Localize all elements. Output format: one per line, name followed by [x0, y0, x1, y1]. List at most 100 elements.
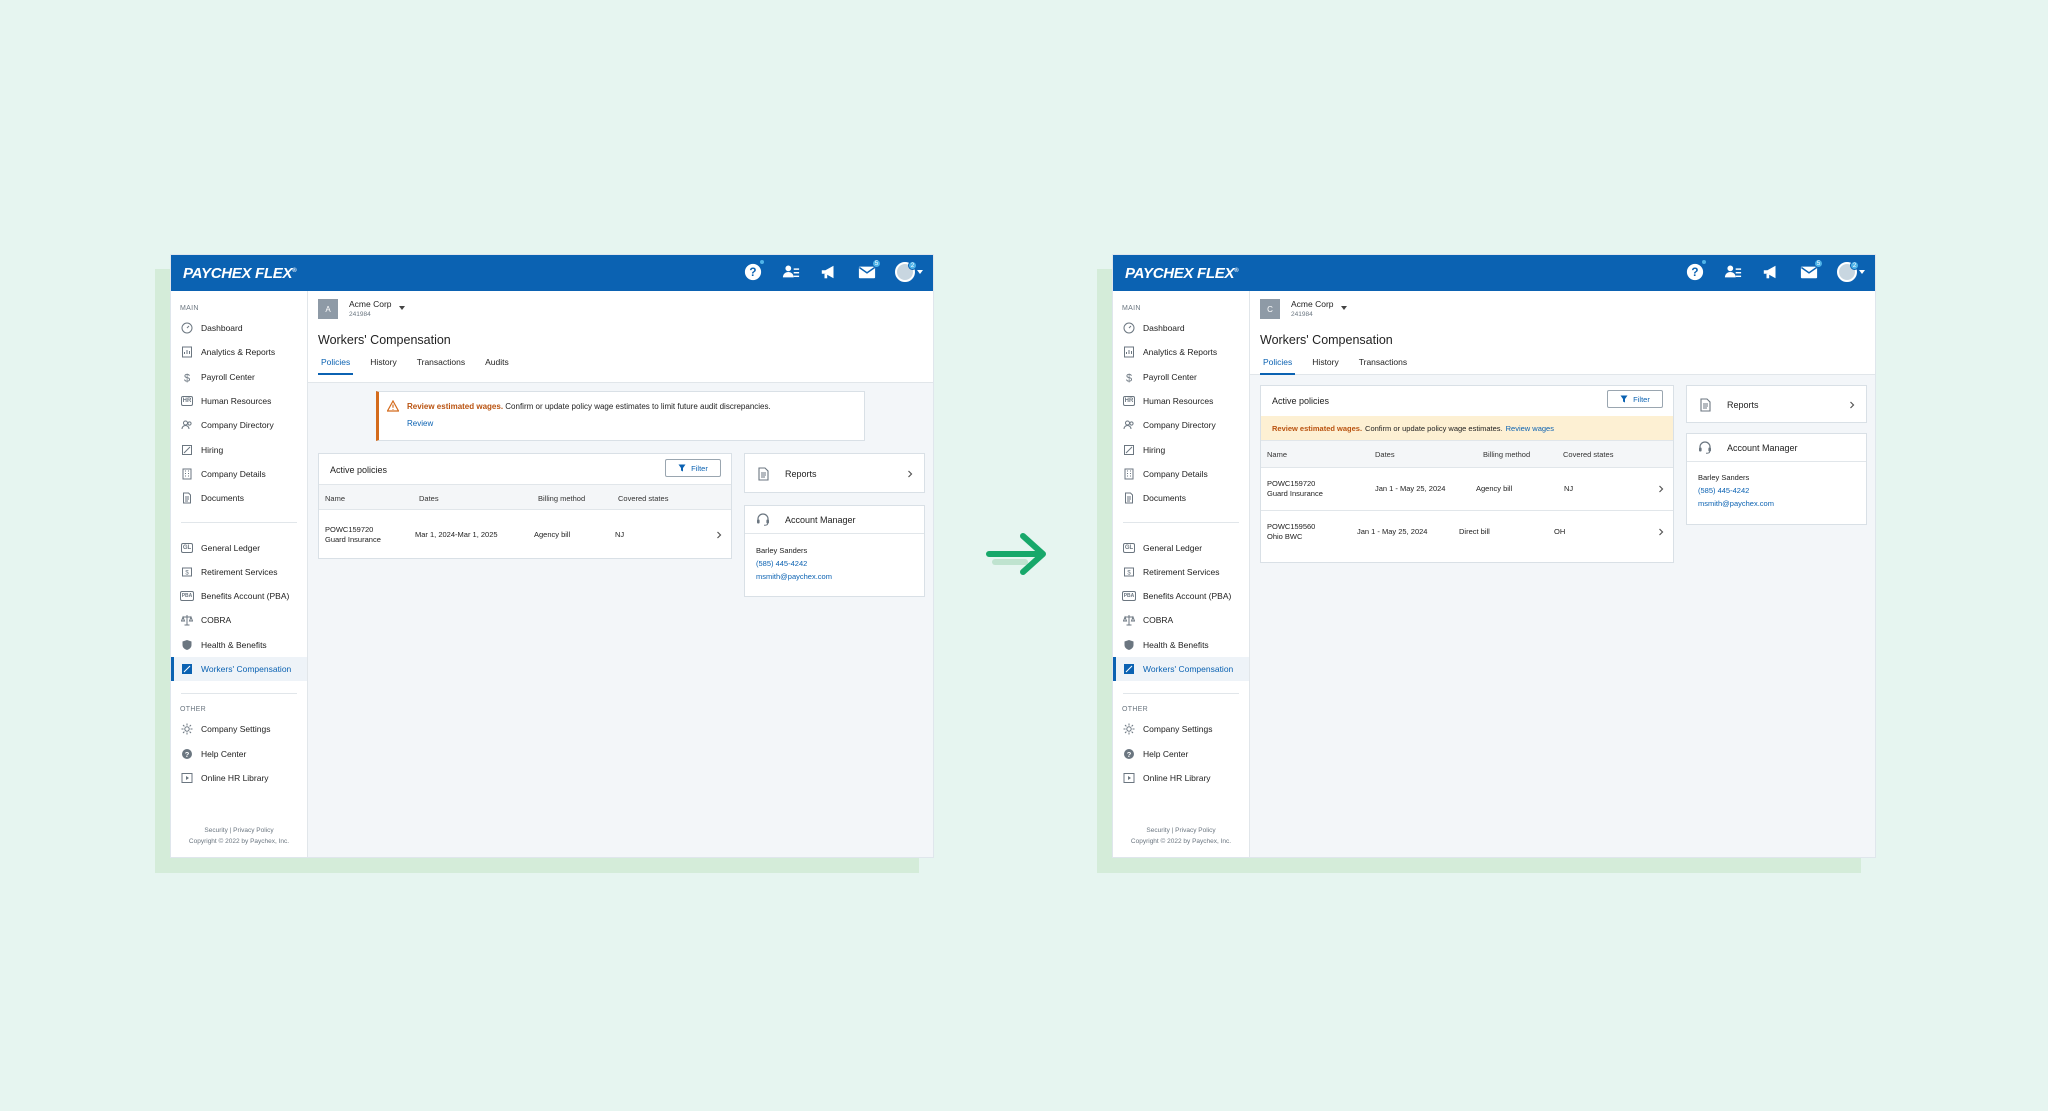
sidebar-item-cobra[interactable]: COBRA [1113, 608, 1249, 632]
active-policies-card: Active policies Filter Name Dates Billin… [318, 453, 732, 559]
sidebar-item-general-ledger[interactable]: GL General Ledger [1113, 535, 1249, 559]
wage-alert-banner: Review estimated wages. Confirm or updat… [1261, 416, 1673, 440]
paychex-flex-logo[interactable]: PAYCHEX FLEX® [183, 265, 297, 282]
section-label-other: OTHER [180, 706, 206, 714]
mail-icon[interactable]: 5 [857, 259, 881, 282]
sidebar-item-help-center[interactable]: Help Center [1113, 741, 1249, 765]
sidebar-item-retirement[interactable]: Retirement Services [1113, 560, 1249, 584]
footer-links[interactable]: Security | Privacy Policy [171, 825, 307, 836]
manager-phone[interactable]: (585) 445-4242 [756, 557, 832, 570]
user-menu[interactable]: 2 [895, 261, 923, 282]
section-label-main: MAIN [1122, 305, 1141, 312]
manager-email[interactable]: msmith@paychex.com [1698, 497, 1774, 510]
pba-icon: PBA [1121, 591, 1137, 602]
sidebar-item-payroll[interactable]: Payroll Center [171, 365, 307, 389]
sidebar-item-documents[interactable]: Documents [1113, 486, 1249, 510]
wage-alert: Review estimated wages. Confirm or updat… [376, 391, 865, 441]
building-icon [180, 468, 194, 480]
sidebar-item-help-center[interactable]: Help Center [171, 741, 307, 765]
chevron-right-icon [1657, 485, 1665, 493]
policy-id: POWC159720 [325, 525, 374, 534]
sidebar-item-hiring[interactable]: Hiring [171, 437, 307, 461]
policy-state: OH [1554, 527, 1566, 536]
help-icon[interactable] [743, 259, 765, 282]
user-menu[interactable]: 2 [1837, 261, 1865, 282]
sidebar-item-company-details[interactable]: Company Details [171, 462, 307, 486]
sidebar-item-company-settings[interactable]: Company Settings [1113, 717, 1249, 741]
mail-badge: 5 [1814, 259, 1823, 268]
table-header: Name Dates Billing method Covered states [319, 484, 731, 510]
sidebar-item-company-details[interactable]: Company Details [1113, 462, 1249, 486]
sidebar-item-hr[interactable]: HR Human Resources [1113, 389, 1249, 413]
company-name[interactable]: Acme Corp [349, 299, 392, 309]
policy-id: POWC159720 [1267, 479, 1316, 488]
avatar: 2 [895, 261, 917, 282]
table-row[interactable]: POWC159720 Guard Insurance Mar 1, 2024-M… [319, 510, 731, 560]
megaphone-icon[interactable] [1761, 262, 1781, 282]
tab-history[interactable]: History [367, 357, 399, 375]
sidebar-item-general-ledger[interactable]: GL General Ledger [171, 535, 307, 559]
tab-history[interactable]: History [1309, 357, 1341, 375]
tab-transactions[interactable]: Transactions [1356, 357, 1410, 375]
tab-audits[interactable]: Audits [482, 357, 512, 375]
chart-icon [1122, 346, 1136, 358]
tab-policies[interactable]: Policies [318, 357, 354, 375]
dollar-icon [180, 371, 194, 383]
column-header: Covered states [1563, 450, 1614, 459]
sidebar-item-health[interactable]: Health & Benefits [171, 633, 307, 657]
sidebar: MAIN Dashboard Analytics & Reports Payro… [1113, 291, 1250, 857]
document-icon [1122, 492, 1136, 504]
manager-email[interactable]: msmith@paychex.com [756, 570, 832, 583]
sidebar-item-workers-comp[interactable]: Workers' Compensation [1113, 656, 1249, 682]
table-row[interactable]: POWC159720 Guard Insurance Jan 1 - May 2… [1261, 468, 1673, 511]
company-name[interactable]: Acme Corp [1291, 299, 1334, 309]
sidebar-item-retirement[interactable]: Retirement Services [171, 560, 307, 584]
help-icon[interactable] [1685, 259, 1707, 282]
review-link[interactable]: Review [407, 419, 433, 428]
sidebar-item-health[interactable]: Health & Benefits [1113, 633, 1249, 657]
sidebar-item-company-settings[interactable]: Company Settings [171, 717, 307, 741]
sidebar-item-workers-comp[interactable]: Workers' Compensation [171, 656, 307, 682]
sidebar-item-hr[interactable]: HR Human Resources [171, 389, 307, 413]
pba-icon: PBA [179, 591, 195, 602]
sidebar-item-benefits-account[interactable]: PBA Benefits Account (PBA) [1113, 584, 1249, 608]
sidebar-item-payroll[interactable]: Payroll Center [1113, 365, 1249, 389]
sidebar-item-benefits-account[interactable]: PBA Benefits Account (PBA) [171, 584, 307, 608]
copyright: Copyright © 2022 by Paychex, Inc. [188, 838, 290, 845]
account-manager-details: Barley Sanders (585) 445-4242 msmith@pay… [756, 544, 832, 583]
footer-links[interactable]: Security | Privacy Policy [1113, 825, 1249, 836]
table-row[interactable]: POWC159560 Ohio BWC Jan 1 - May 25, 2024… [1261, 511, 1673, 554]
filter-button[interactable]: Filter [665, 459, 721, 477]
sidebar: MAIN Dashboard Analytics & Reports Payro… [171, 291, 308, 857]
company-avatar: C [1260, 299, 1280, 319]
sidebar-item-documents[interactable]: Documents [171, 486, 307, 510]
mail-icon[interactable]: 5 [1799, 259, 1823, 282]
sidebar-item-hiring[interactable]: Hiring [1113, 437, 1249, 461]
before-screenshot: PAYCHEX FLEX® 5 2 MAIN Dashboard Analyti… [155, 254, 934, 873]
sidebar-item-hr-library[interactable]: Online HR Library [171, 766, 307, 790]
filter-button[interactable]: Filter [1607, 390, 1663, 408]
column-header: Billing method [538, 494, 586, 503]
sidebar-item-directory[interactable]: Company Directory [171, 413, 307, 437]
reports-card[interactable]: Reports [1686, 385, 1867, 423]
paychex-flex-logo[interactable]: PAYCHEX FLEX® [1125, 265, 1239, 282]
sidebar-item-dashboard[interactable]: Dashboard [171, 316, 307, 340]
chevron-down-icon[interactable] [399, 306, 405, 310]
tab-policies[interactable]: Policies [1260, 357, 1296, 375]
people-icon[interactable] [781, 262, 801, 282]
sidebar-item-dashboard[interactable]: Dashboard [1113, 316, 1249, 340]
sidebar-item-directory[interactable]: Company Directory [1113, 413, 1249, 437]
warning-icon [387, 400, 399, 412]
sidebar-item-analytics[interactable]: Analytics & Reports [171, 340, 307, 364]
megaphone-icon[interactable] [819, 262, 839, 282]
people-icon[interactable] [1723, 262, 1743, 282]
tab-transactions[interactable]: Transactions [414, 357, 468, 375]
review-wages-link[interactable]: Review wages [1506, 424, 1554, 433]
sidebar-item-hr-library[interactable]: Online HR Library [1113, 766, 1249, 790]
company-id: 241984 [349, 311, 371, 318]
sidebar-item-analytics[interactable]: Analytics & Reports [1113, 340, 1249, 364]
reports-card[interactable]: Reports [744, 453, 925, 493]
manager-phone[interactable]: (585) 445-4242 [1698, 484, 1774, 497]
sidebar-item-cobra[interactable]: COBRA [171, 608, 307, 632]
chevron-down-icon[interactable] [1341, 306, 1347, 310]
